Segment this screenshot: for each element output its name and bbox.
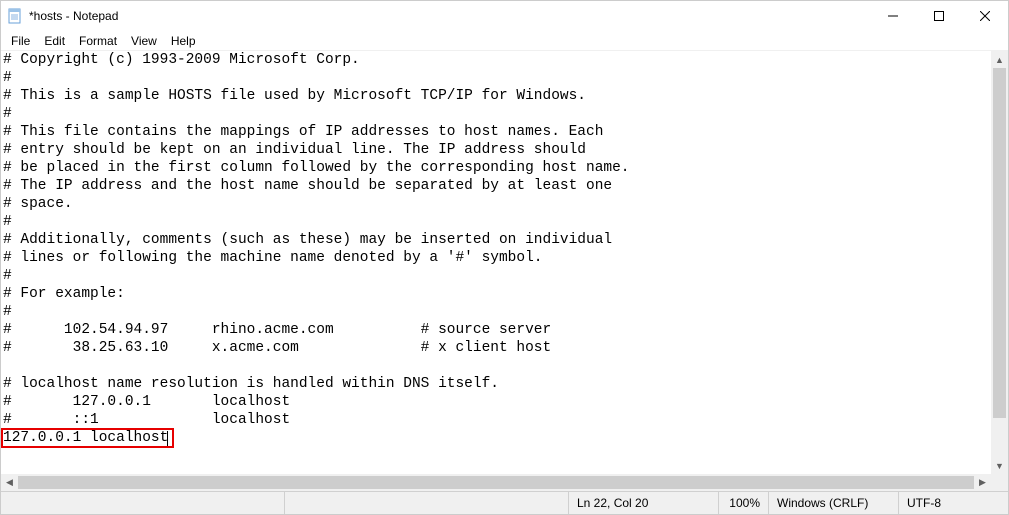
status-line-ending: Windows (CRLF) (768, 492, 898, 514)
menu-view[interactable]: View (125, 32, 163, 50)
scroll-right-arrow[interactable]: ▶ (974, 474, 991, 491)
status-spacer-left (1, 492, 284, 514)
close-button[interactable] (962, 1, 1008, 31)
menu-file[interactable]: File (5, 32, 36, 50)
statusbar: Ln 22, Col 20 100% Windows (CRLF) UTF-8 (1, 491, 1008, 514)
window-title: *hosts - Notepad (29, 9, 118, 23)
editor-container: # Copyright (c) 1993-2009 Microsoft Corp… (1, 51, 1008, 491)
horizontal-scrollbar[interactable]: ◀ ▶ (1, 474, 991, 491)
status-encoding: UTF-8 (898, 492, 1008, 514)
menu-edit[interactable]: Edit (38, 32, 71, 50)
scroll-corner (991, 474, 1008, 491)
menubar: File Edit Format View Help (1, 31, 1008, 51)
hscroll-track[interactable] (18, 474, 974, 491)
status-spacer-left2 (284, 492, 568, 514)
scroll-left-arrow[interactable]: ◀ (1, 474, 18, 491)
titlebar: *hosts - Notepad (1, 1, 1008, 31)
vscroll-track[interactable] (991, 68, 1008, 457)
menu-help[interactable]: Help (165, 32, 202, 50)
maximize-button[interactable] (916, 1, 962, 31)
window-controls (870, 1, 1008, 31)
text-editor[interactable]: # Copyright (c) 1993-2009 Microsoft Corp… (1, 51, 991, 474)
vertical-scrollbar[interactable]: ▲ ▼ (991, 51, 1008, 474)
notepad-icon (7, 8, 23, 24)
status-zoom: 100% (718, 492, 768, 514)
scroll-up-arrow[interactable]: ▲ (991, 51, 1008, 68)
hscroll-thumb[interactable] (18, 476, 974, 489)
status-cursor-position: Ln 22, Col 20 (568, 492, 718, 514)
vscroll-thumb[interactable] (993, 68, 1006, 418)
menu-format[interactable]: Format (73, 32, 123, 50)
scroll-down-arrow[interactable]: ▼ (991, 457, 1008, 474)
minimize-button[interactable] (870, 1, 916, 31)
